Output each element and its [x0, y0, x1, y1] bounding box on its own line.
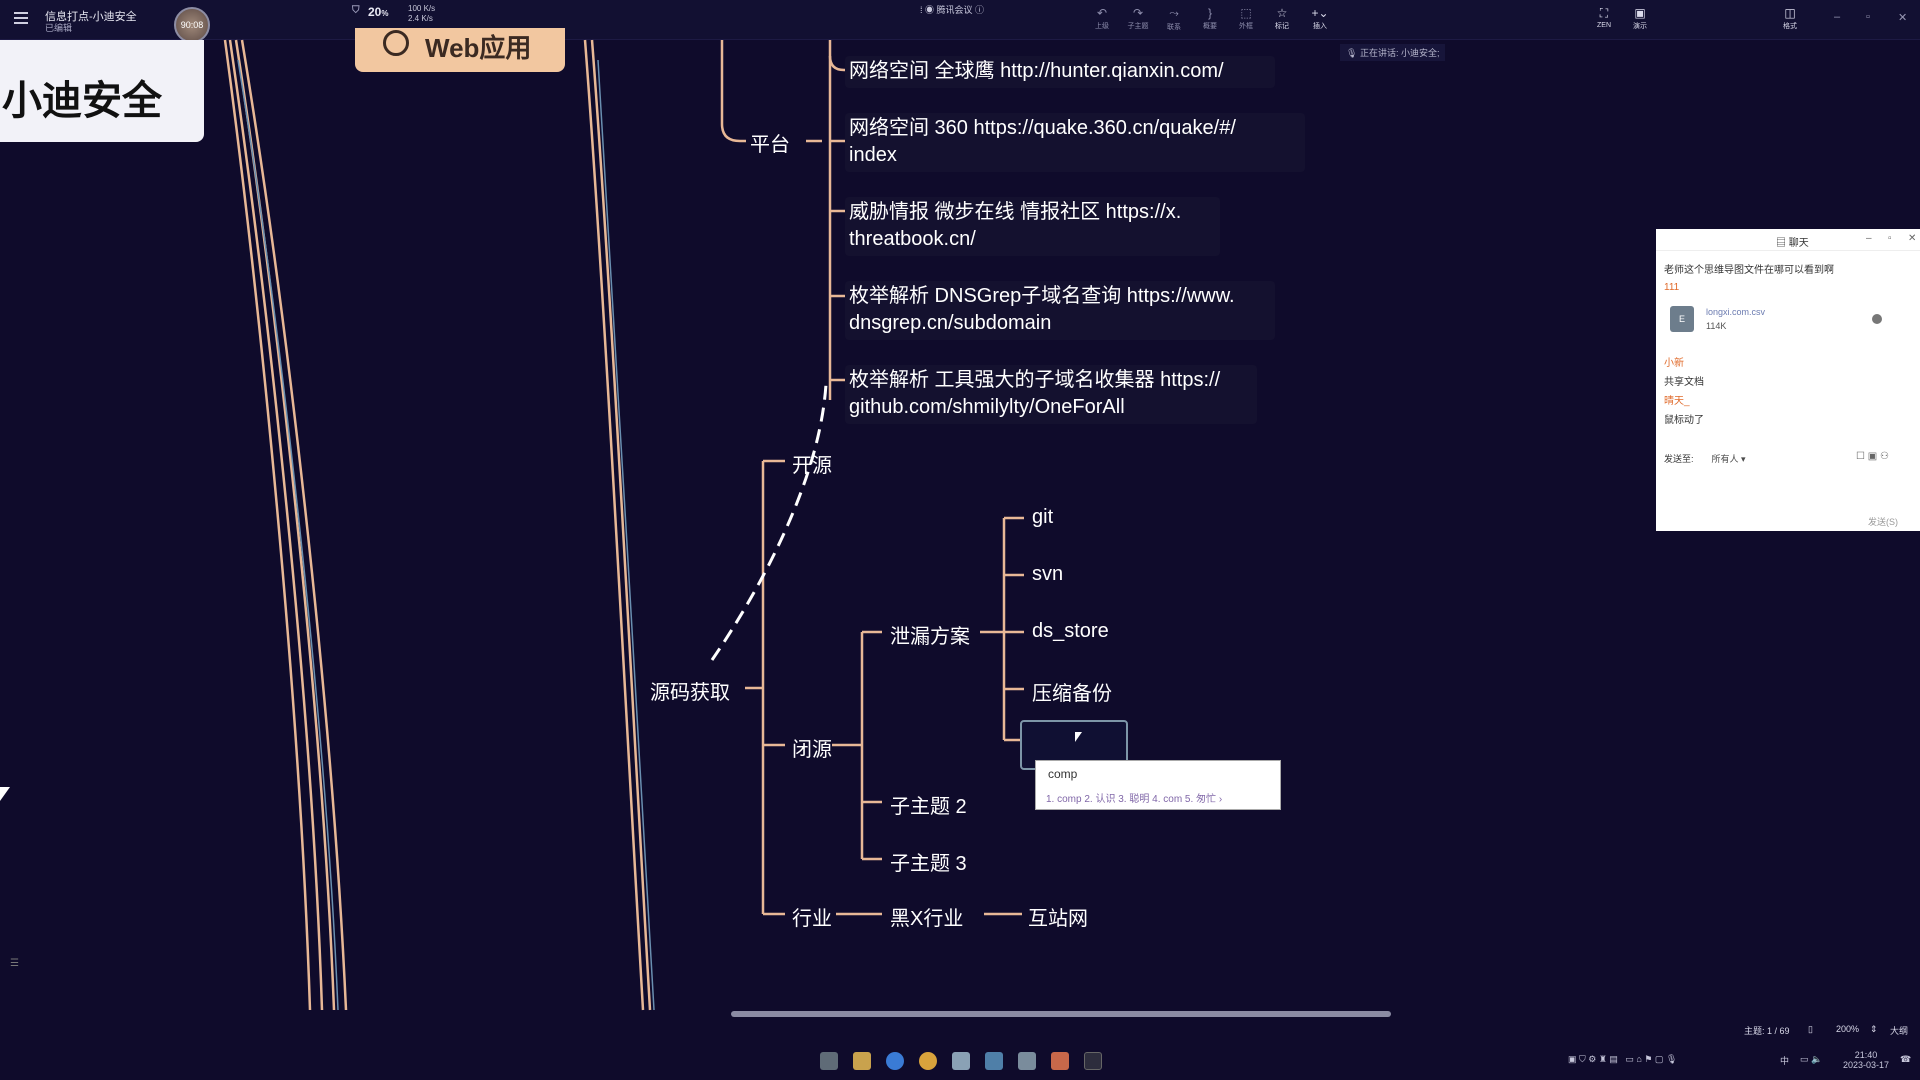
topic-leak[interactable]: 泄漏方案 [890, 620, 970, 649]
chat-minimize-icon[interactable]: – [1866, 233, 1872, 244]
app-icon[interactable] [952, 1052, 970, 1070]
chat-send-to[interactable]: 发送至: 所有人 ▾ [1664, 452, 1746, 465]
outline-toggle[interactable]: 大纲 [1890, 1024, 1908, 1037]
cmd-icon[interactable] [1084, 1052, 1102, 1070]
user-icon[interactable]: ⚇ [1880, 451, 1889, 462]
topic-threatbook[interactable]: 威胁情报 微步在线 情报社区 https://x. threatbook.cn/ [845, 197, 1220, 256]
topic-industry[interactable]: 行业 [792, 902, 832, 931]
volume-icon[interactable]: ▭ 🔈 [1800, 1054, 1822, 1065]
topic-dnsgrep[interactable]: 枚举解析 DNSGrep子域名查询 https://www. dnsgrep.c… [845, 281, 1275, 340]
folder-icon[interactable] [853, 1052, 871, 1070]
mouse-cursor-icon [1075, 732, 1082, 742]
input-language[interactable]: 中 [1780, 1054, 1789, 1067]
ime-composition: comp [1048, 767, 1078, 781]
clock[interactable]: 21:40 2023-03-17 [1843, 1050, 1889, 1070]
screenshot-icon[interactable]: ▣ [1868, 451, 1877, 462]
horizontal-scrollbar[interactable] [731, 1011, 1391, 1017]
mouse-pointer-icon [0, 787, 10, 801]
topic-backup[interactable]: 压缩备份 [1032, 677, 1112, 706]
topic-quake[interactable]: 网络空间 360 https://quake.360.cn/quake/#/ i… [845, 113, 1305, 172]
topic-git[interactable]: git [1032, 506, 1053, 529]
topic-platform[interactable]: 平台 [750, 128, 790, 157]
chat-header: ▤ 聊天 – ▫ ✕ [1656, 229, 1920, 251]
chrome-icon[interactable] [919, 1052, 937, 1070]
topic-open-source[interactable]: 开源 [792, 449, 832, 478]
zoom-level[interactable]: 200% [1836, 1024, 1859, 1034]
chat-maximize-icon[interactable]: ▫ [1888, 233, 1892, 244]
edge-icon[interactable] [886, 1052, 904, 1070]
zoom-stepper-icon[interactable]: ⇕ [1870, 1024, 1878, 1035]
topic-sub3[interactable]: 子主题 3 [890, 847, 967, 876]
topic-count: 主题: 1 / 69 [1744, 1026, 1790, 1036]
ime-candidates[interactable]: 1. comp 2. 认识 3. 聪明 4. com 5. 匆忙 › [1046, 790, 1222, 805]
download-icon[interactable] [1872, 314, 1882, 324]
topic-hub-site[interactable]: 互站网 [1028, 902, 1088, 931]
chat-message: 111 [1664, 282, 1680, 293]
file-icon: E [1670, 306, 1694, 332]
tray-icons[interactable]: ▣ ⛉ ⚙ ♜ ▤ ▭ ⌂ ⚑ ▢ 🎙 [1568, 1054, 1677, 1065]
file-name: longxi.com.csv [1706, 307, 1766, 317]
topic-sub2[interactable]: 子主题 2 [890, 790, 967, 819]
chat-send-button[interactable]: 发送(S) [1868, 515, 1898, 528]
outline-icon[interactable]: ☰ [10, 958, 19, 969]
chat-message: 鼠标动了 [1664, 415, 1704, 426]
topic-black-industry[interactable]: 黑X行业 [890, 902, 963, 931]
chat-file-attachment[interactable]: E longxi.com.csv 114K [1670, 304, 1906, 338]
notification-icon[interactable]: ☎ [1900, 1054, 1911, 1065]
topic-source-code[interactable]: 源码获取 [650, 676, 730, 705]
meeting-icon[interactable] [1018, 1052, 1036, 1070]
emoji-icon[interactable]: ☐ [1856, 451, 1865, 462]
file-size: 114K [1706, 321, 1727, 331]
topic-hunter[interactable]: 网络空间 全球鹰 http://hunter.qianxin.com/ [845, 56, 1275, 88]
chat-panel: ▤ 聊天 – ▫ ✕ 老师这个思维导图文件在哪可以看到啊 111 E longx… [1656, 229, 1920, 531]
topic-ds-store[interactable]: ds_store [1032, 620, 1109, 643]
topic-closed-source[interactable]: 闭源 [792, 733, 832, 762]
ime-candidate-window[interactable]: comp 1. comp 2. 认识 3. 聪明 4. com 5. 匆忙 › [1035, 760, 1281, 810]
chat-user-name: 晴天_ [1664, 396, 1690, 407]
chat-message: 老师这个思维导图文件在哪可以看到啊 [1664, 265, 1834, 276]
xmind-icon[interactable] [1051, 1052, 1069, 1070]
chat-tools[interactable]: ☐ ▣ ⚇ [1856, 451, 1889, 462]
start-icon[interactable] [820, 1052, 838, 1070]
chat-user-name: 小新 [1664, 358, 1684, 369]
terminal-icon[interactable] [985, 1052, 1003, 1070]
chat-close-icon[interactable]: ✕ [1908, 233, 1916, 244]
topic-oneforall[interactable]: 枚举解析 工具强大的子域名收集器 https:// github.com/shm… [845, 365, 1257, 424]
chat-message: 共享文档 [1664, 377, 1704, 388]
chat-icon: ▤ [1776, 238, 1789, 249]
chat-title: ▤ 聊天 [1776, 238, 1809, 249]
topic-svn[interactable]: svn [1032, 563, 1063, 586]
relation-dashed-line [710, 383, 828, 661]
book-icon[interactable]: ▯ [1808, 1024, 1813, 1035]
